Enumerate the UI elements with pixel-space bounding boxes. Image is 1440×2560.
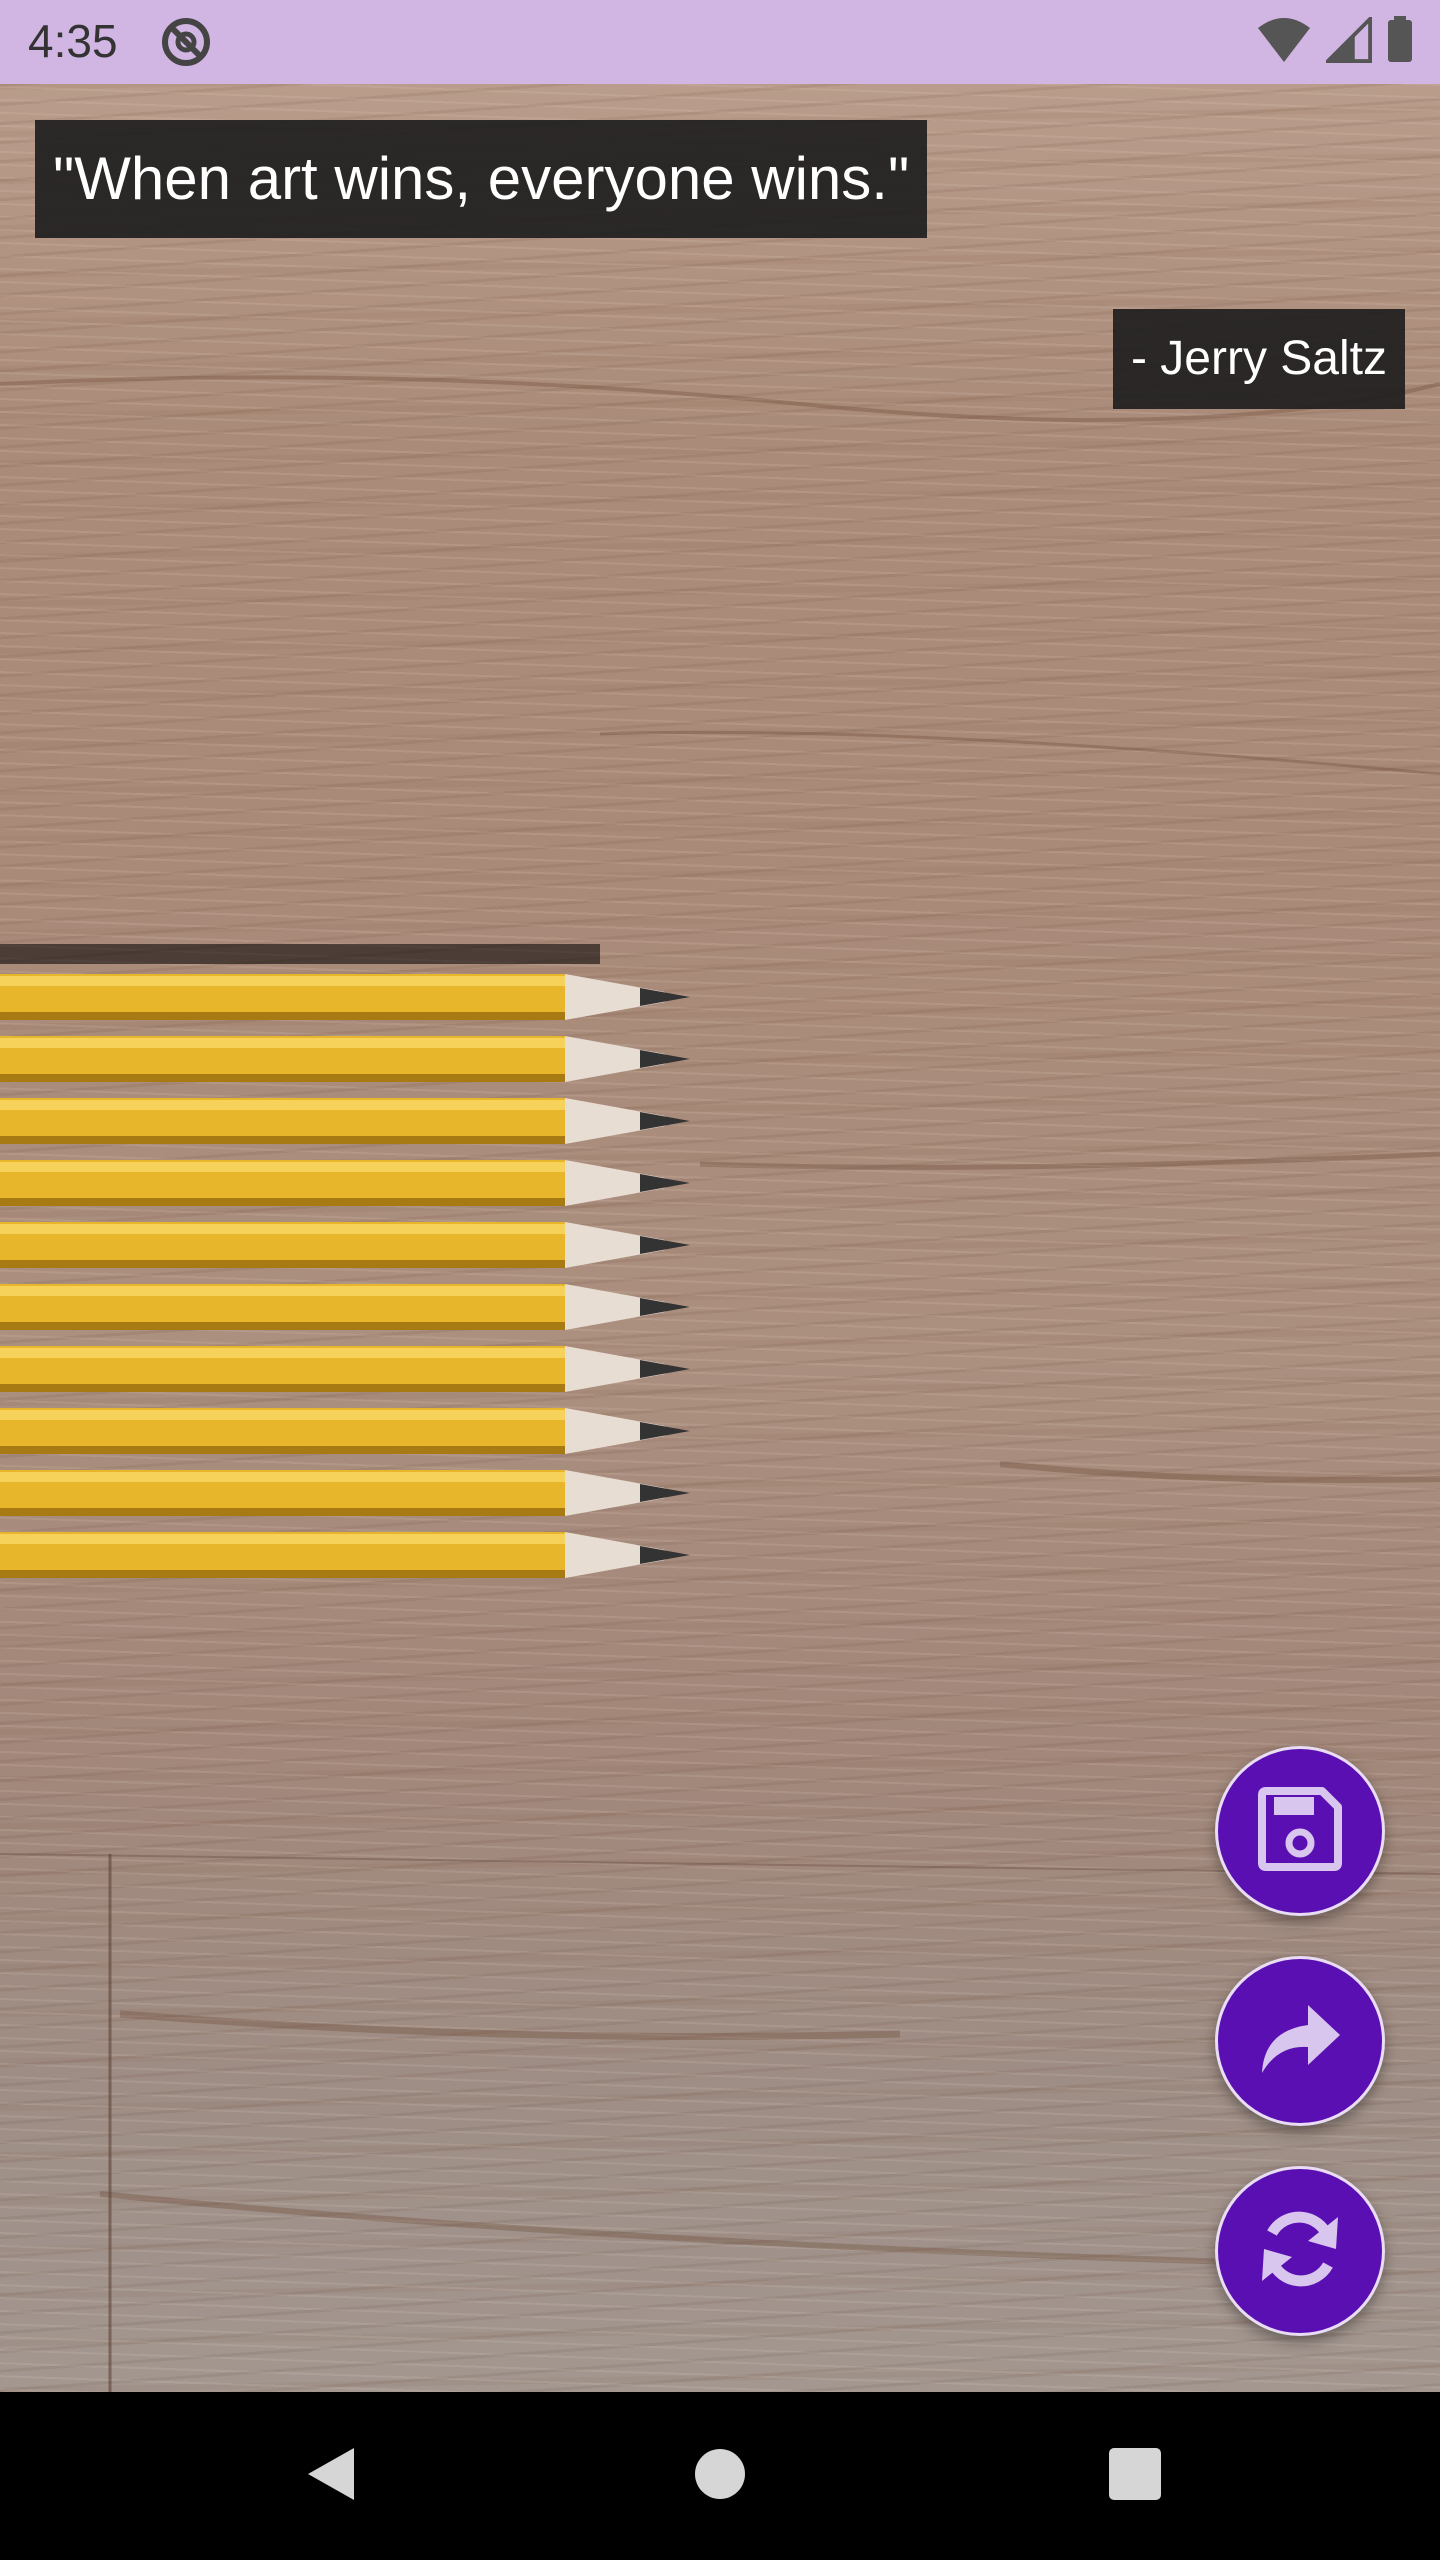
refresh-button[interactable]: [1215, 2166, 1385, 2336]
save-icon: [1258, 1786, 1342, 1876]
pencil-stack: [0, 944, 690, 1578]
home-icon: [694, 2448, 746, 2505]
status-time: 4:35: [28, 15, 118, 67]
navigation-bar: [0, 2392, 1440, 2560]
status-icons: [1256, 13, 1414, 69]
battery-icon: [1386, 15, 1414, 69]
quote-author: - Jerry Saltz: [1112, 309, 1405, 409]
refresh-icon: [1258, 2207, 1342, 2296]
nav-home-button[interactable]: [660, 2392, 780, 2560]
save-button[interactable]: [1215, 1746, 1385, 1916]
do-not-disturb-icon: [160, 16, 212, 68]
recents-icon: [1109, 2447, 1161, 2505]
cellular-signal-icon: [1323, 13, 1372, 68]
quote-text: "When art wins, everyone wins.": [35, 120, 928, 238]
wifi-icon: [1256, 16, 1312, 69]
share-icon: [1258, 1997, 1342, 2086]
quote-app-screen: 4:35 "When art wins, everyone wins." - J…: [0, 0, 1440, 2560]
nav-recents-button[interactable]: [1075, 2392, 1195, 2560]
nav-back-button[interactable]: [270, 2392, 390, 2560]
share-button[interactable]: [1215, 1956, 1385, 2126]
back-icon: [302, 2444, 358, 2509]
status-bar: 4:35: [0, 0, 1440, 84]
